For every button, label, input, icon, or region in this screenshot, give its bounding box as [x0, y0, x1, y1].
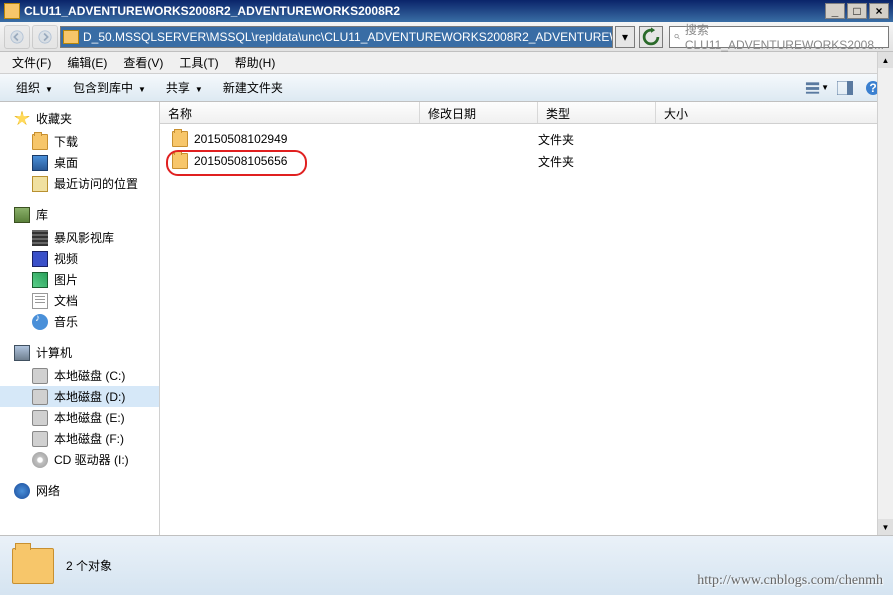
documents-icon: [32, 293, 48, 309]
file-row[interactable]: 20150508102949 文件夹: [160, 128, 893, 150]
folder-icon: [172, 131, 188, 147]
desktop-icon: [32, 155, 48, 171]
main-area: 收藏夹 下载 桌面 最近访问的位置 库 暴风影视库 视频 图片 文档 音乐 计算…: [0, 102, 893, 535]
folder-icon: [12, 548, 54, 584]
scroll-down-button[interactable]: ▼: [878, 519, 893, 535]
library-icon: [14, 207, 30, 223]
sidebar-item-videos[interactable]: 视频: [0, 248, 159, 269]
computer-header[interactable]: 计算机: [0, 342, 159, 365]
sidebar-item-downloads[interactable]: 下载: [0, 131, 159, 152]
column-name[interactable]: 名称: [160, 102, 420, 123]
sidebar-item-disk-e[interactable]: 本地磁盘 (E:): [0, 407, 159, 428]
sidebar-item-music[interactable]: 音乐: [0, 311, 159, 332]
file-list: 名称 修改日期 类型 大小 20150508102949 文件夹 2015050…: [160, 102, 893, 535]
sidebar-item-disk-c[interactable]: 本地磁盘 (C:): [0, 365, 159, 386]
computer-icon: [14, 345, 30, 361]
sidebar-item-desktop[interactable]: 桌面: [0, 152, 159, 173]
music-icon: [32, 314, 48, 330]
include-in-library-button[interactable]: 包含到库中: [65, 76, 154, 99]
folder-icon: [172, 153, 188, 169]
menu-view[interactable]: 查看(V): [115, 52, 171, 73]
address-bar[interactable]: D_50.MSSQLSERVER\MSSQL\repldata\unc\CLU1…: [60, 26, 613, 48]
disk-icon: [32, 389, 48, 405]
navigation-pane: 收藏夹 下载 桌面 最近访问的位置 库 暴风影视库 视频 图片 文档 音乐 计算…: [0, 102, 160, 535]
column-size[interactable]: 大小: [656, 102, 893, 123]
sidebar-item-pictures[interactable]: 图片: [0, 269, 159, 290]
menu-help[interactable]: 帮助(H): [227, 52, 284, 73]
search-input[interactable]: 搜索 CLU11_ADVENTUREWORKS2008...: [669, 26, 889, 48]
menu-file[interactable]: 文件(F): [4, 52, 59, 73]
folder-icon: [32, 134, 48, 150]
minimize-button[interactable]: _: [825, 3, 845, 19]
disk-icon: [32, 410, 48, 426]
new-folder-button[interactable]: 新建文件夹: [215, 76, 291, 99]
file-name: 20150508105656: [194, 154, 287, 168]
star-icon: [14, 111, 30, 127]
file-row[interactable]: 20150508105656 文件夹: [160, 150, 893, 172]
column-date[interactable]: 修改日期: [420, 102, 538, 123]
svg-text:?: ?: [869, 81, 876, 95]
pictures-icon: [32, 272, 48, 288]
file-type: 文件夹: [538, 131, 656, 148]
window-titlebar: CLU11_ADVENTUREWORKS2008R2_ADVENTUREWORK…: [0, 0, 893, 22]
cd-icon: [32, 452, 48, 468]
video-icon: [32, 251, 48, 267]
preview-pane-button[interactable]: [833, 77, 857, 99]
window-title: CLU11_ADVENTUREWORKS2008R2_ADVENTUREWORK…: [24, 4, 825, 18]
search-placeholder: 搜索 CLU11_ADVENTUREWORKS2008...: [685, 21, 884, 52]
folder-icon: [63, 30, 79, 44]
folder-icon: [4, 3, 20, 19]
disk-icon: [32, 368, 48, 384]
sidebar-item-documents[interactable]: 文档: [0, 290, 159, 311]
sidebar-item-disk-d[interactable]: 本地磁盘 (D:): [0, 386, 159, 407]
disk-icon: [32, 431, 48, 447]
search-icon: [674, 30, 681, 44]
sidebar-item-cd-drive[interactable]: CD 驱动器 (I:): [0, 449, 159, 470]
recent-icon: [32, 176, 48, 192]
file-name: 20150508102949: [194, 132, 287, 146]
column-headers: 名称 修改日期 类型 大小: [160, 102, 893, 124]
address-path: D_50.MSSQLSERVER\MSSQL\repldata\unc\CLU1…: [83, 30, 613, 44]
status-text: 2 个对象: [66, 557, 112, 574]
favorites-header[interactable]: 收藏夹: [0, 108, 159, 131]
status-bar: 2 个对象 http://www.cnblogs.com/chenmh: [0, 535, 893, 595]
menu-bar: 文件(F) 编辑(E) 查看(V) 工具(T) 帮助(H): [0, 52, 893, 74]
sidebar-item-stormvideo[interactable]: 暴风影视库: [0, 227, 159, 248]
video-lib-icon: [32, 230, 48, 246]
libraries-header[interactable]: 库: [0, 204, 159, 227]
command-bar: 组织 包含到库中 共享 新建文件夹 ▼ ?: [0, 74, 893, 102]
network-icon: [14, 483, 30, 499]
scroll-up-button[interactable]: ▲: [878, 52, 893, 68]
organize-button[interactable]: 组织: [8, 76, 61, 99]
network-header[interactable]: 网络: [0, 480, 159, 503]
share-button[interactable]: 共享: [158, 76, 211, 99]
menu-edit[interactable]: 编辑(E): [59, 52, 115, 73]
sidebar-item-recent[interactable]: 最近访问的位置: [0, 173, 159, 194]
file-type: 文件夹: [538, 153, 656, 170]
column-type[interactable]: 类型: [538, 102, 656, 123]
back-button[interactable]: [4, 25, 30, 49]
refresh-button[interactable]: [639, 26, 663, 48]
sidebar-item-disk-f[interactable]: 本地磁盘 (F:): [0, 428, 159, 449]
vertical-scrollbar[interactable]: ▲ ▼: [877, 52, 893, 535]
menu-tools[interactable]: 工具(T): [171, 52, 226, 73]
address-dropdown-button[interactable]: ▾: [615, 26, 635, 48]
watermark: http://www.cnblogs.com/chenmh: [697, 573, 883, 589]
close-button[interactable]: ×: [869, 3, 889, 19]
navigation-toolbar: D_50.MSSQLSERVER\MSSQL\repldata\unc\CLU1…: [0, 22, 893, 52]
maximize-button[interactable]: □: [847, 3, 867, 19]
forward-button[interactable]: [32, 25, 58, 49]
view-options-button[interactable]: ▼: [805, 77, 829, 99]
